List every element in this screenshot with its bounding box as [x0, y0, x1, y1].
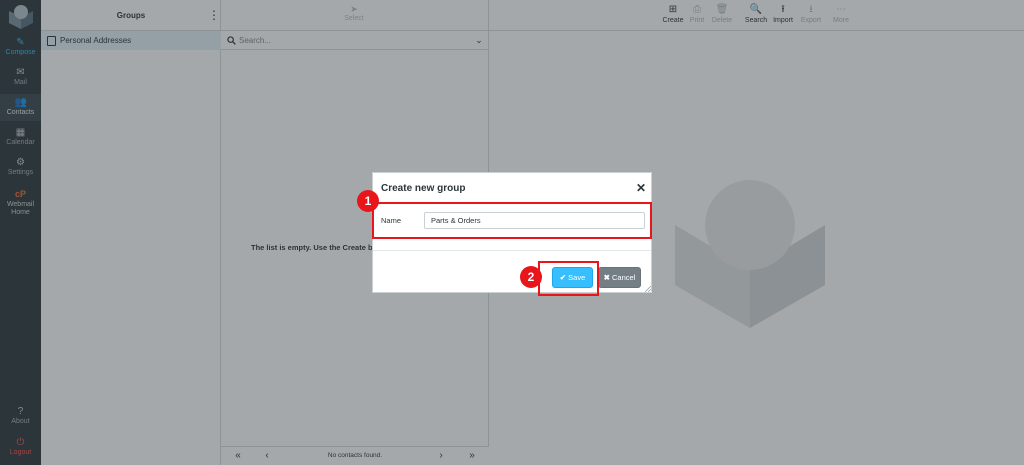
cancel-label: Cancel: [612, 273, 636, 282]
dialog-title: Create new group: [381, 183, 466, 194]
dialog-footer-divider: [373, 250, 651, 251]
close-icon[interactable]: ✕: [636, 182, 646, 194]
close-icon: ✖: [603, 273, 610, 282]
highlight-name-field: [372, 202, 652, 239]
step-badge-2: 2: [520, 266, 542, 288]
highlight-save-button: [538, 261, 599, 296]
step-badge-1: 1: [357, 190, 379, 212]
cancel-button[interactable]: ✖ Cancel: [598, 267, 641, 288]
resize-handle-icon[interactable]: [645, 286, 651, 292]
